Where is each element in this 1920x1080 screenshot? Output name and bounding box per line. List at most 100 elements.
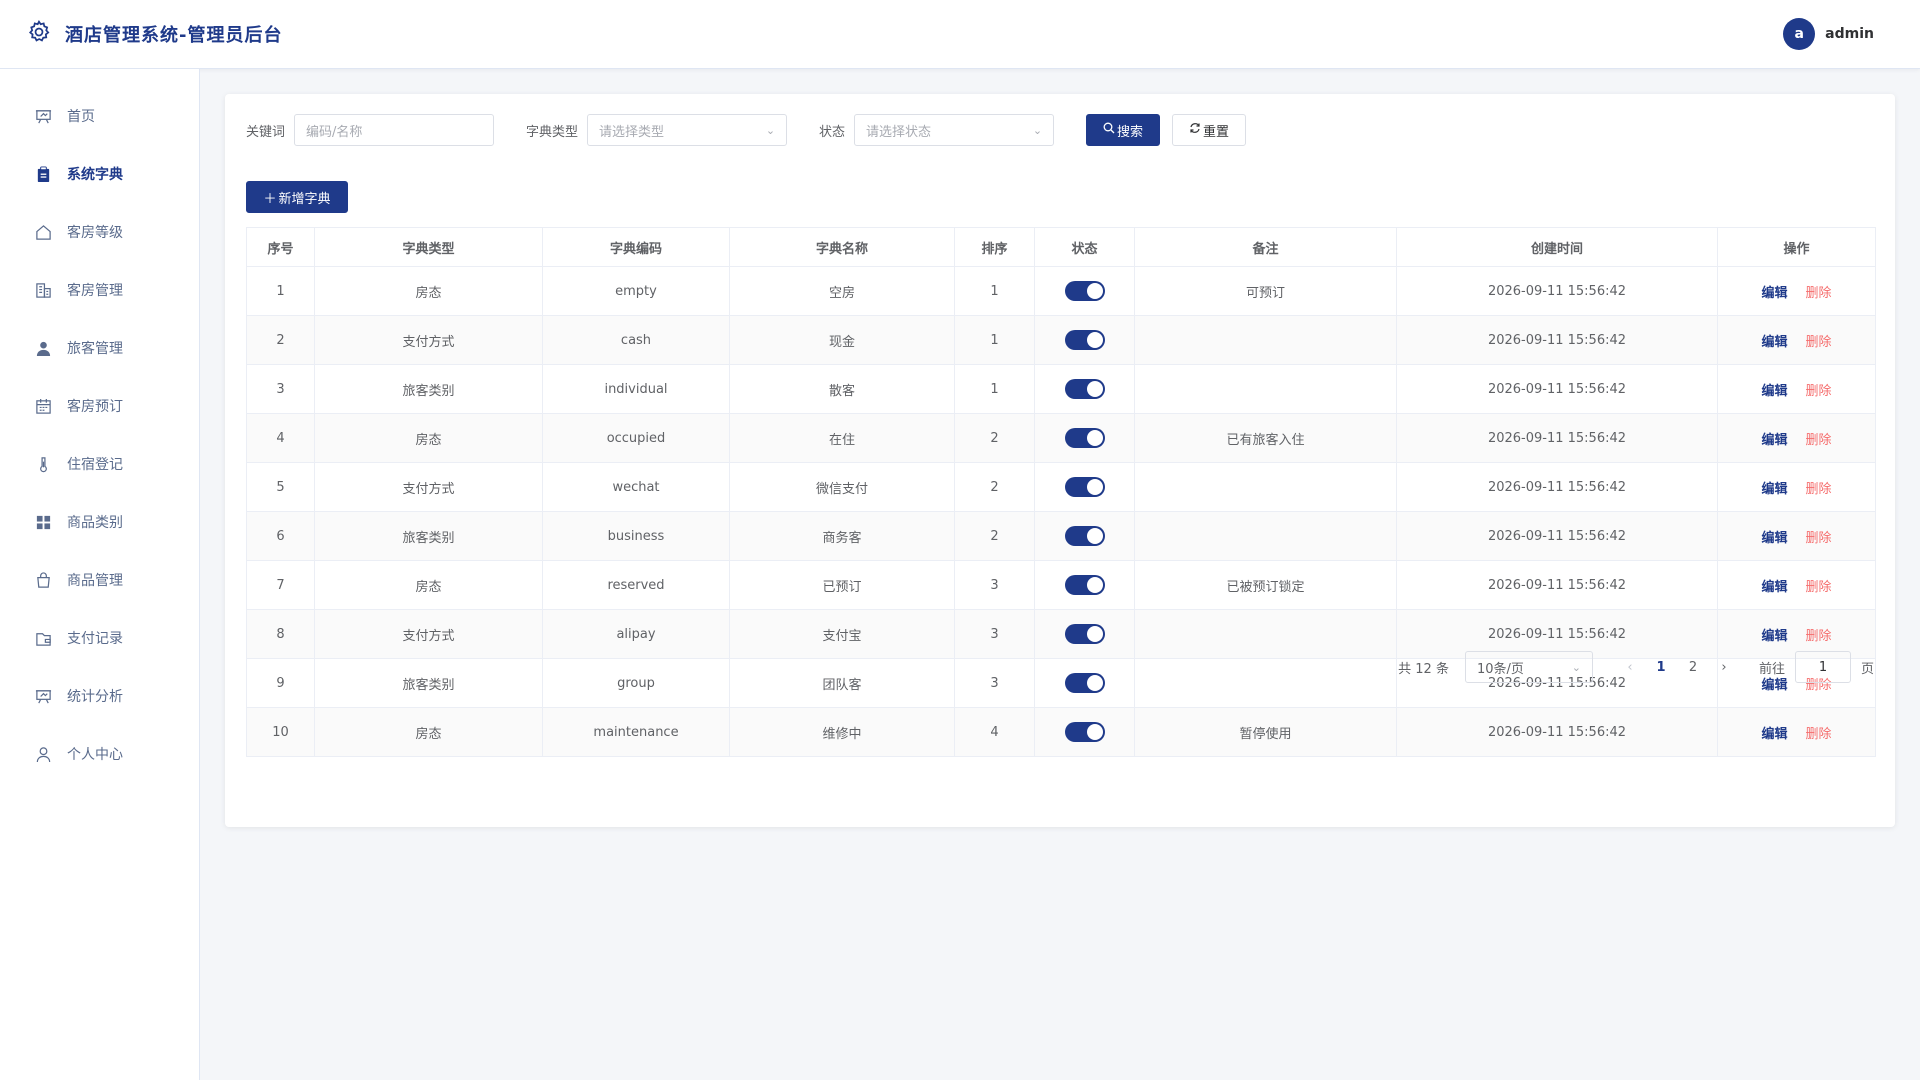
- toggle-knob: [1086, 332, 1103, 348]
- keyword-label: 关键词: [246, 124, 286, 140]
- sidebar-item-profile[interactable]: 个人中心: [0, 725, 199, 783]
- edit-button[interactable]: 编辑: [1761, 286, 1787, 301]
- cell-name: 维修中: [729, 707, 955, 757]
- cell-code: alipay: [542, 609, 730, 659]
- sidebar-item-home[interactable]: 首页: [0, 87, 199, 145]
- sidebar-item-label: 客房管理: [67, 283, 123, 299]
- status-toggle[interactable]: [1064, 624, 1105, 644]
- cell-status: [1034, 364, 1135, 414]
- cell-sort: 2: [954, 511, 1035, 561]
- user-filled-icon: [34, 339, 52, 357]
- search-button-label: 搜索: [1117, 124, 1144, 140]
- column-header: 字典编码: [542, 227, 730, 267]
- delete-button[interactable]: 删除: [1806, 531, 1832, 546]
- cell-actions: 编辑 删除: [1717, 266, 1876, 316]
- status-toggle[interactable]: [1064, 379, 1105, 399]
- cell-status: [1034, 462, 1135, 512]
- cell-remark: [1134, 364, 1397, 414]
- cell-sort: 3: [954, 560, 1035, 610]
- status-toggle[interactable]: [1064, 477, 1105, 497]
- goto-page-input[interactable]: 1: [1794, 651, 1851, 683]
- delete-button[interactable]: 删除: [1806, 433, 1832, 448]
- wallet-icon: [34, 629, 52, 647]
- status-toggle[interactable]: [1064, 575, 1105, 595]
- cell-created: 2026-09-11 15:56:42: [1396, 413, 1718, 463]
- table-row: 10 房态 maintenance 维修中 4 暂停使用 2026-09-11 15:56:…: [246, 707, 1876, 757]
- edit-button[interactable]: 编辑: [1761, 531, 1787, 546]
- cell-actions: 编辑 删除: [1717, 462, 1876, 512]
- edit-button[interactable]: 编辑: [1761, 482, 1787, 497]
- page-size-value: 10条/页: [1476, 661, 1524, 677]
- sidebar-item-room-level[interactable]: 客房等级: [0, 203, 199, 261]
- cell-name: 微信支付: [729, 462, 955, 512]
- pagination: 共 12 条 10条/页 ⌄ ‹ 1 2 › 前往 1 页: [1398, 651, 1874, 683]
- sidebar-item-statistics[interactable]: 统计分析: [0, 667, 199, 725]
- username[interactable]: admin: [1825, 26, 1874, 42]
- cell-code: occupied: [542, 413, 730, 463]
- prev-page-button[interactable]: ‹: [1615, 660, 1645, 675]
- sidebar-item-rooms[interactable]: 客房管理: [0, 261, 199, 319]
- chevron-down-icon: ⌄: [1032, 123, 1043, 137]
- sidebar-item-dictionary[interactable]: 系统字典: [0, 145, 199, 203]
- edit-button[interactable]: 编辑: [1761, 580, 1787, 595]
- cell-created: 2026-09-11 15:56:42: [1396, 462, 1718, 512]
- add-dictionary-button[interactable]: ＋ 新增字典: [246, 181, 348, 213]
- delete-button[interactable]: 删除: [1806, 482, 1832, 497]
- sidebar-item-product-category[interactable]: 商品类别: [0, 493, 199, 551]
- cell-status: [1034, 658, 1135, 708]
- status-select[interactable]: 请选择状态 ⌄: [854, 114, 1055, 146]
- cell-name: 现金: [729, 315, 955, 365]
- delete-button[interactable]: 删除: [1806, 384, 1832, 399]
- sidebar: 首页 系统字典 客房等级 客房管理 旅客管理 客房预订 住宿登记 商品类别 商品…: [0, 69, 200, 1080]
- edit-button[interactable]: 编辑: [1761, 384, 1787, 399]
- cell-status: [1034, 413, 1135, 463]
- cell-remark: 可预订: [1134, 266, 1397, 316]
- status-toggle[interactable]: [1064, 428, 1105, 448]
- status-toggle[interactable]: [1064, 673, 1105, 693]
- sidebar-item-checkin[interactable]: 住宿登记: [0, 435, 199, 493]
- grid-icon: [34, 513, 52, 531]
- status-toggle[interactable]: [1064, 330, 1105, 350]
- edit-button[interactable]: 编辑: [1761, 629, 1787, 644]
- table-row: 3 旅客类别 individual 散客 1 2026-09-11 15:56:42 编辑 删…: [246, 364, 1876, 414]
- search-button[interactable]: 搜索: [1086, 114, 1161, 146]
- delete-button[interactable]: 删除: [1806, 286, 1832, 301]
- status-toggle[interactable]: [1064, 722, 1105, 742]
- edit-button[interactable]: 编辑: [1761, 335, 1787, 350]
- page-2-button[interactable]: 2: [1677, 660, 1709, 675]
- cell-actions: 编辑 删除: [1717, 413, 1876, 463]
- edit-button[interactable]: 编辑: [1761, 433, 1787, 448]
- sidebar-item-products[interactable]: 商品管理: [0, 551, 199, 609]
- avatar[interactable]: a: [1783, 18, 1816, 50]
- sidebar-item-booking[interactable]: 客房预订: [0, 377, 199, 435]
- status-toggle[interactable]: [1064, 526, 1105, 546]
- cell-sort: 3: [954, 658, 1035, 708]
- next-page-button[interactable]: ›: [1709, 660, 1739, 675]
- cell-sort: 3: [954, 609, 1035, 659]
- cell-name: 团队客: [729, 658, 955, 708]
- type-select[interactable]: 请选择类型 ⌄: [587, 114, 788, 146]
- building-icon: [34, 281, 52, 299]
- reset-button[interactable]: 重置: [1172, 114, 1247, 146]
- column-header: 字典类型: [314, 227, 543, 267]
- page-size-select[interactable]: 10条/页 ⌄: [1464, 651, 1593, 683]
- delete-button[interactable]: 删除: [1806, 335, 1832, 350]
- column-header: 序号: [246, 227, 315, 267]
- delete-button[interactable]: 删除: [1806, 580, 1832, 595]
- delete-button[interactable]: 删除: [1806, 727, 1832, 742]
- goto-page-value: 1: [1818, 659, 1828, 675]
- sidebar-item-guests[interactable]: 旅客管理: [0, 319, 199, 377]
- sidebar-item-payments[interactable]: 支付记录: [0, 609, 199, 667]
- status-toggle[interactable]: [1064, 281, 1105, 301]
- table-row: 6 旅客类别 business 商务客 2 2026-09-11 15:56:42 编辑 删除: [246, 511, 1876, 561]
- toggle-knob: [1086, 381, 1103, 397]
- chevron-down-icon: ⌄: [765, 123, 776, 137]
- sidebar-item-label: 个人中心: [67, 747, 123, 763]
- type-placeholder: 请选择类型: [599, 124, 665, 140]
- keyword-input[interactable]: 编码/名称: [294, 114, 495, 146]
- column-header: 创建时间: [1396, 227, 1718, 267]
- page-1-button[interactable]: 1: [1645, 660, 1677, 675]
- delete-button[interactable]: 删除: [1806, 629, 1832, 644]
- edit-button[interactable]: 编辑: [1761, 727, 1787, 742]
- user-menu[interactable]: a admin: [1783, 18, 1874, 50]
